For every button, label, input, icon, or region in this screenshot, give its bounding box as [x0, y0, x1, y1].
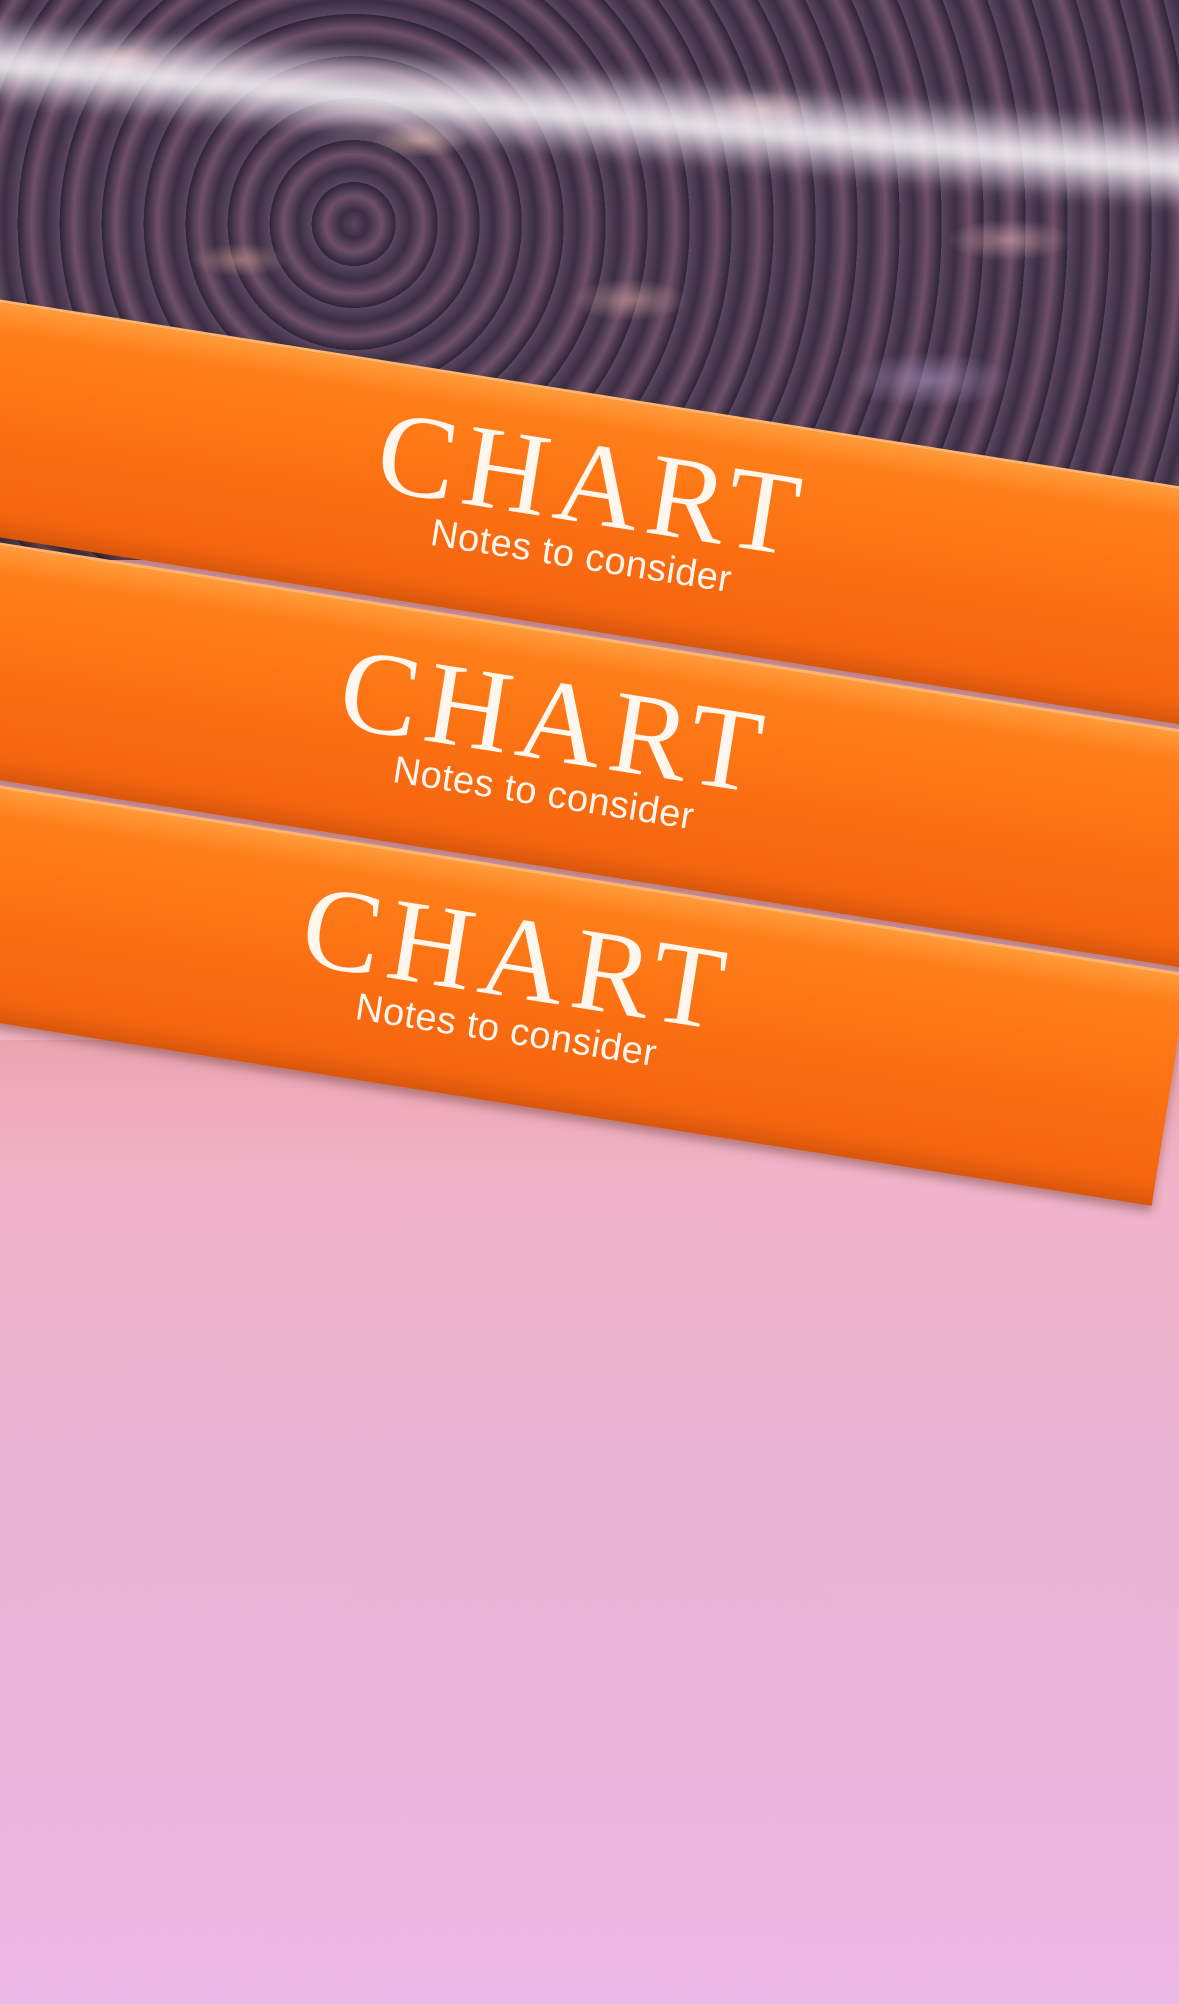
light-glare: [0, 13, 1179, 217]
